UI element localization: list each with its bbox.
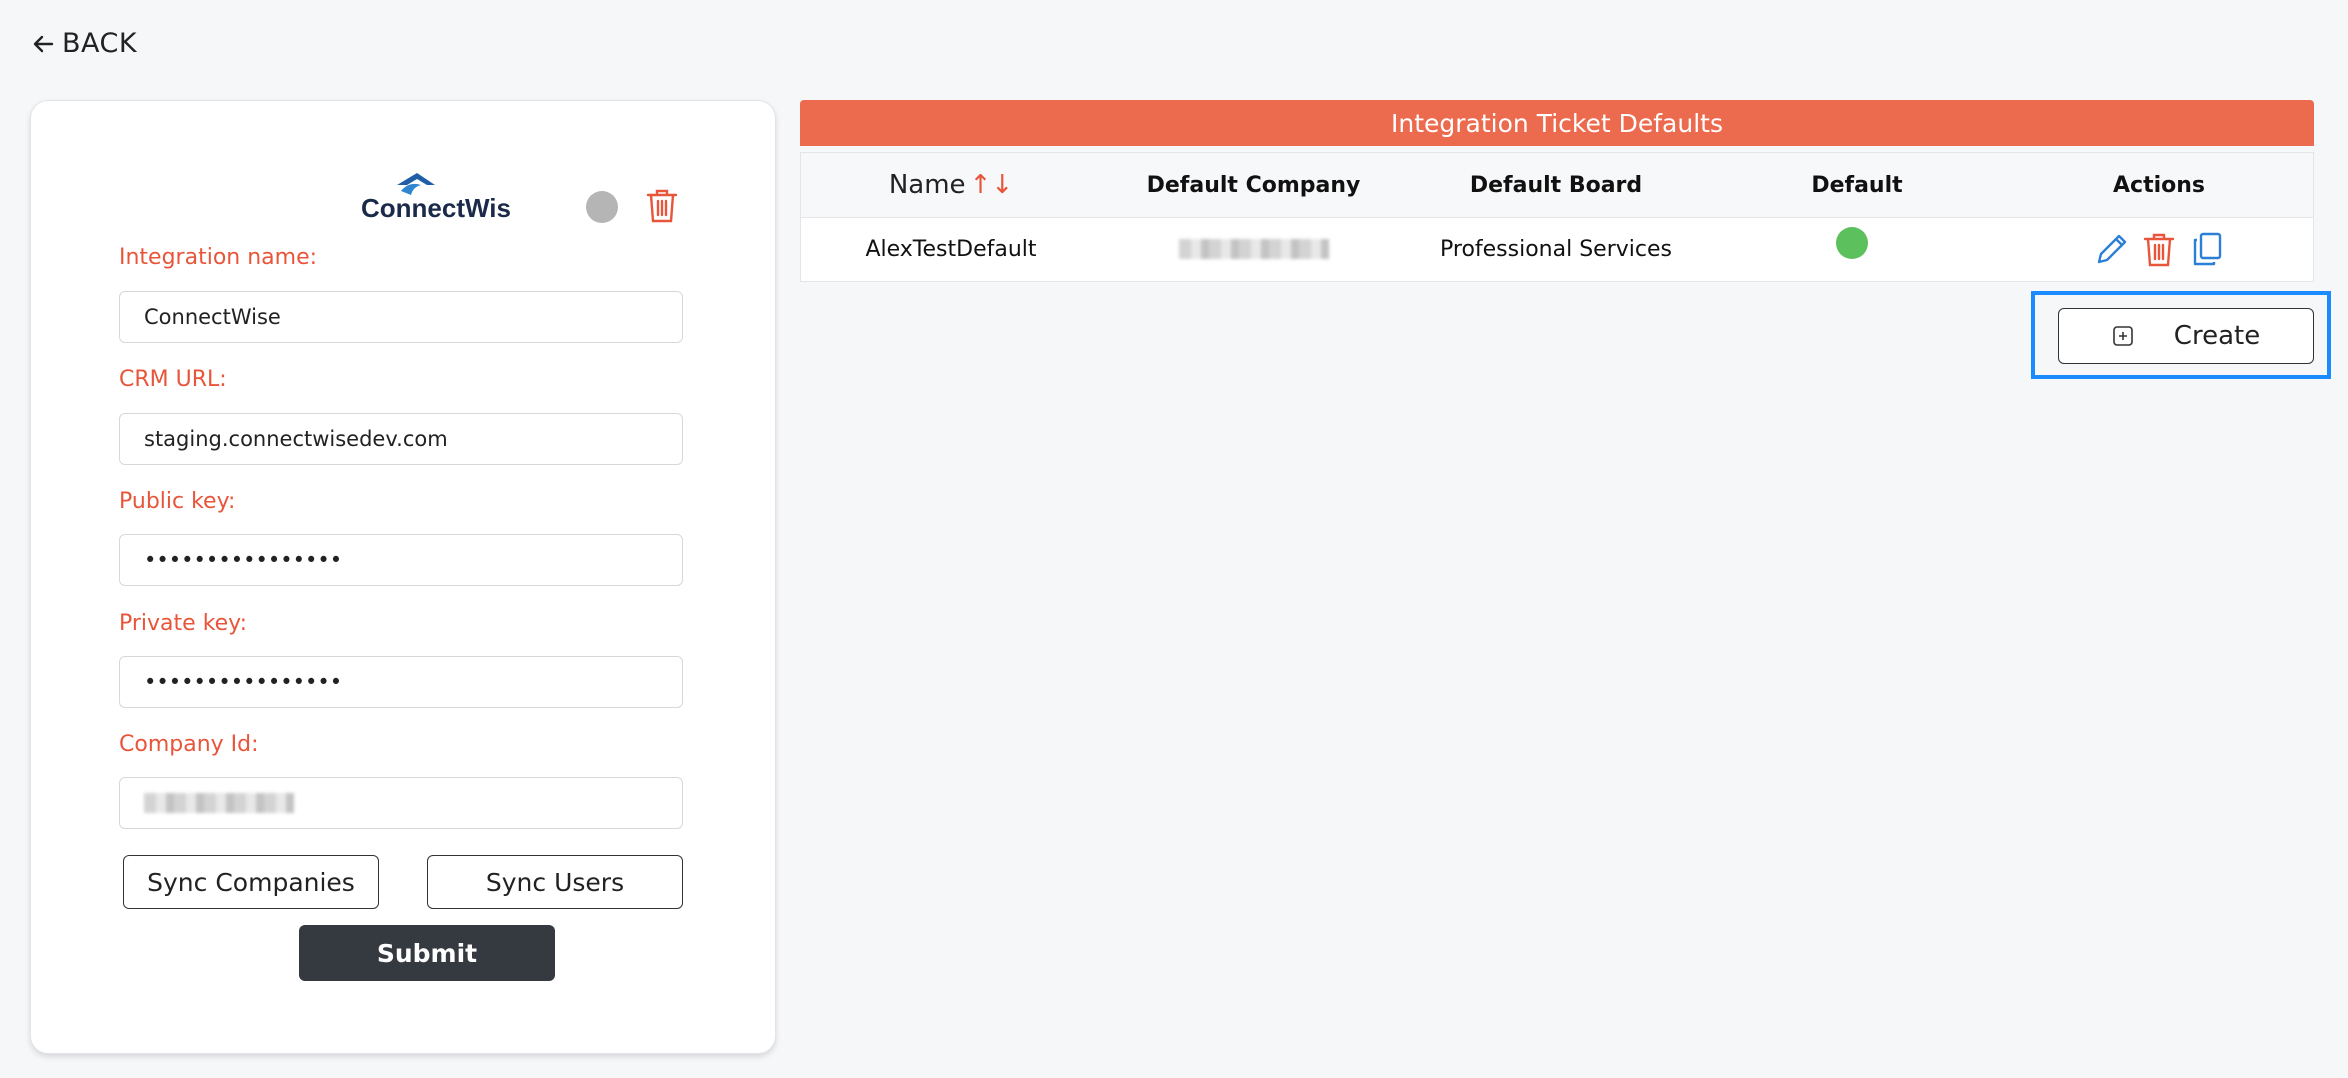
integration-card: ConnectWise Integration name: ConnectWis…	[30, 100, 776, 1054]
sort-icon[interactable]: ↑↓	[970, 170, 1014, 200]
sync-users-button[interactable]: Sync Users	[427, 855, 683, 909]
column-header-default-company: Default Company	[1146, 172, 1361, 198]
copy-icon[interactable]	[2190, 231, 2224, 267]
integration-name-label: Integration name:	[119, 245, 318, 270]
public-key-label: Public key:	[119, 489, 236, 514]
trash-icon[interactable]	[645, 187, 679, 225]
table-header: Name ↑↓ Default Company Default Board De…	[801, 153, 2313, 218]
arrow-left-icon	[33, 35, 54, 52]
public-key-field[interactable]: ••••••••••••••••	[119, 534, 683, 586]
back-label: BACK	[62, 28, 138, 59]
redacted-company	[1178, 239, 1329, 259]
row-default-company	[1101, 217, 1406, 281]
private-key-field[interactable]: ••••••••••••••••	[119, 656, 683, 708]
trash-icon[interactable]	[2142, 231, 2176, 267]
row-default-board: Professional Services	[1440, 236, 1672, 262]
private-key-value: ••••••••••••••••	[144, 670, 343, 694]
row-actions	[2008, 217, 2310, 281]
plus-square-icon	[2112, 326, 2133, 346]
company-id-label: Company Id:	[119, 732, 259, 757]
crm-url-value: staging.connectwisedev.com	[144, 427, 448, 451]
column-header-actions: Actions	[2113, 172, 2205, 198]
edit-pencil-icon[interactable]	[2094, 231, 2128, 267]
create-label: Create	[2173, 321, 2261, 351]
default-indicator	[1836, 227, 1868, 259]
crm-url-field[interactable]: staging.connectwisedev.com	[119, 413, 683, 465]
row-name: AlexTestDefault	[865, 236, 1037, 262]
public-key-value: ••••••••••••••••	[144, 548, 343, 572]
ticket-defaults-title: Integration Ticket Defaults	[800, 100, 2314, 146]
column-header-default: Default	[1811, 172, 1903, 198]
integration-status-indicator	[586, 191, 618, 223]
column-name-label: Name	[888, 170, 966, 200]
row-default	[1706, 217, 1998, 281]
integration-name-field[interactable]: ConnectWise	[119, 291, 683, 343]
crm-url-label: CRM URL:	[119, 367, 227, 392]
logo-text: ConnectWise	[361, 193, 511, 223]
company-id-field[interactable]	[119, 777, 683, 829]
redacted-company-id	[144, 793, 294, 813]
submit-button[interactable]: Submit	[299, 925, 555, 981]
integration-name-value: ConnectWise	[144, 305, 281, 329]
column-header-default-board: Default Board	[1469, 172, 1643, 198]
column-header-name[interactable]: Name ↑↓	[801, 153, 1101, 217]
sync-companies-button[interactable]: Sync Companies	[123, 855, 379, 909]
private-key-label: Private key:	[119, 611, 248, 636]
ticket-defaults-table: Name ↑↓ Default Company Default Board De…	[800, 152, 2314, 282]
back-link[interactable]: BACK	[32, 28, 137, 59]
create-button[interactable]: Create	[2058, 308, 2314, 364]
connectwise-logo: ConnectWise	[331, 171, 511, 225]
